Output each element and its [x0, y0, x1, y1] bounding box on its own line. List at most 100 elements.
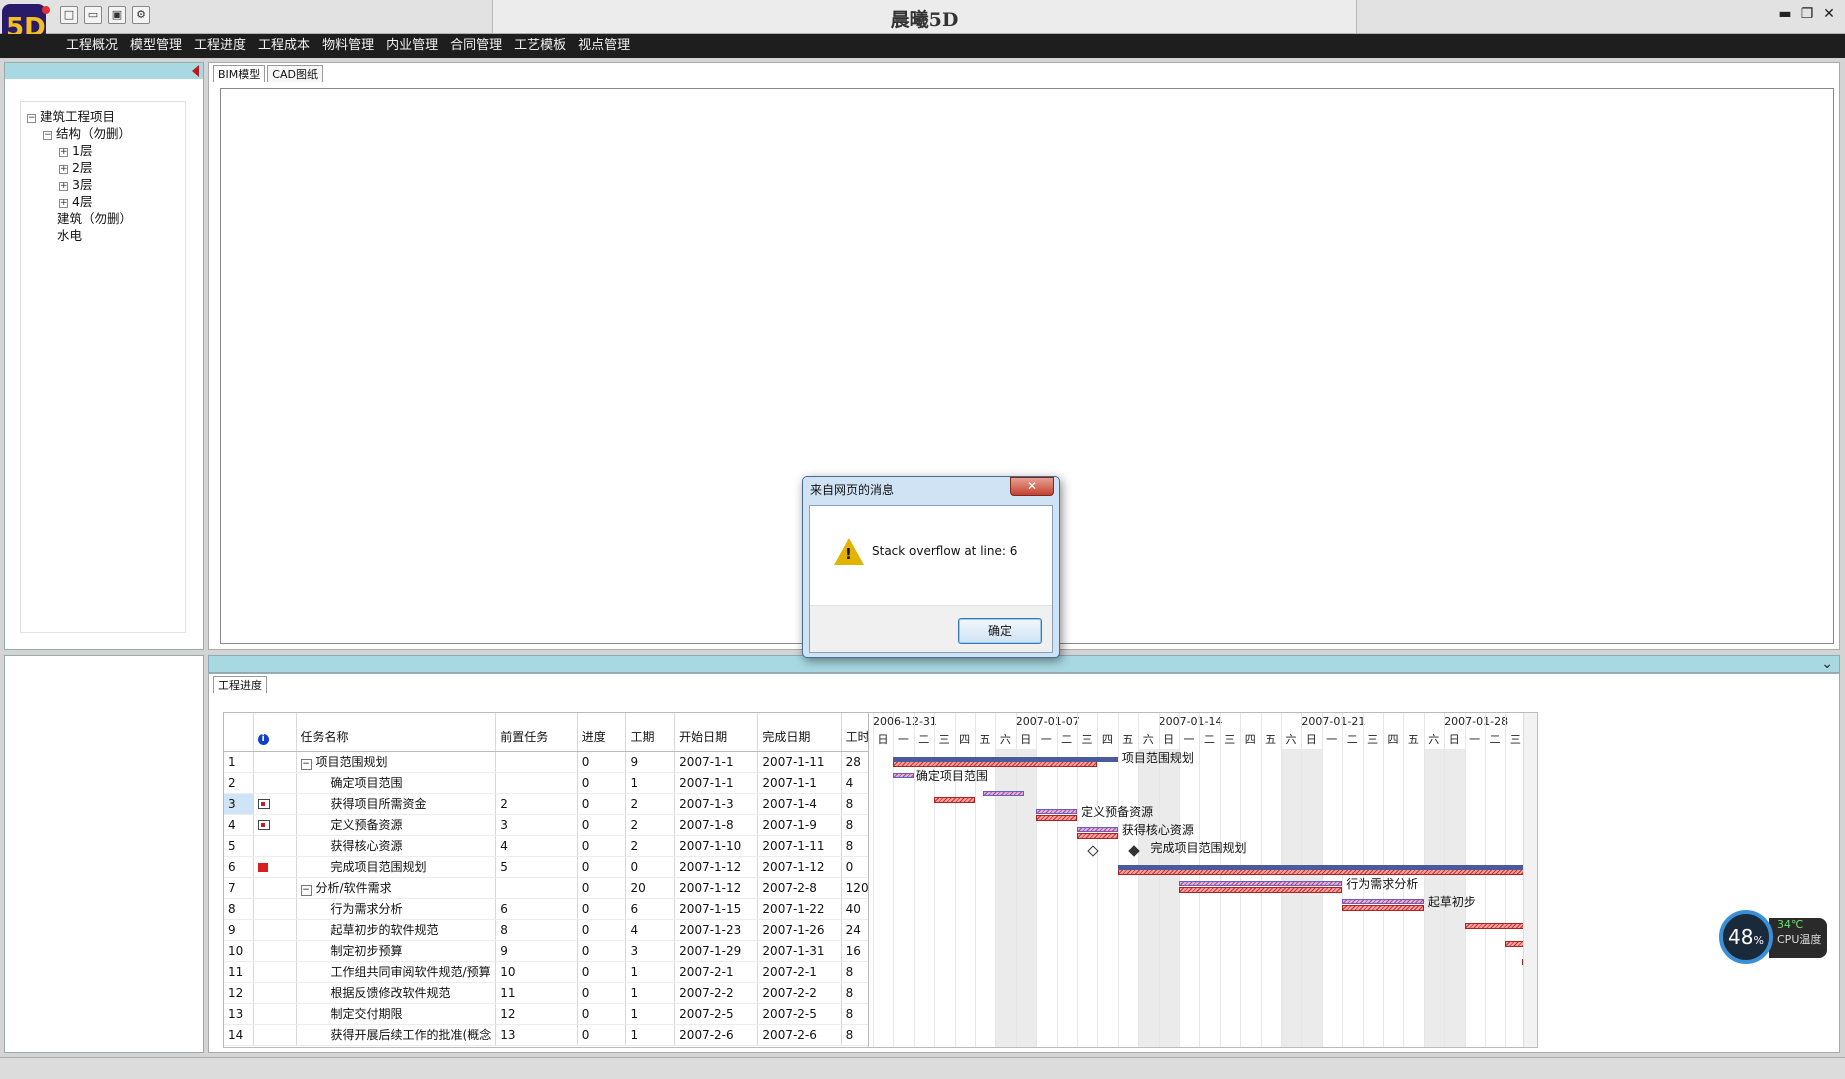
- end-date-cell[interactable]: 2007-2-2: [757, 982, 842, 1004]
- task-name-cell[interactable]: − 分析/软件需求: [296, 877, 497, 899]
- start-date-cell[interactable]: 2007-1-23: [674, 919, 759, 941]
- gantt-task-bar[interactable]: [1464, 923, 1526, 929]
- gantt-task-bar[interactable]: [1342, 905, 1424, 911]
- duration-cell[interactable]: 4: [625, 919, 676, 941]
- column-header-progress[interactable]: 进度: [577, 713, 627, 752]
- settings-icon[interactable]: ⚙: [132, 6, 150, 24]
- row-indicator[interactable]: [253, 772, 297, 794]
- collapse-left-icon[interactable]: [192, 65, 199, 77]
- row-indicator[interactable]: [253, 814, 297, 836]
- task-name-cell[interactable]: 确定项目范围: [296, 772, 497, 794]
- progress-cell[interactable]: 0: [577, 877, 627, 899]
- menu-item-progress[interactable]: 工程进度: [188, 34, 252, 58]
- duration-cell[interactable]: 2: [625, 793, 676, 815]
- start-date-cell[interactable]: 2007-1-1: [674, 751, 759, 773]
- menu-item-cost[interactable]: 工程成本: [252, 34, 316, 58]
- gantt-progress-bar[interactable]: [893, 773, 914, 778]
- chevron-down-icon[interactable]: ⌄: [1821, 656, 1833, 672]
- tab-bim-model[interactable]: BIM模型: [213, 65, 266, 82]
- end-date-cell[interactable]: 2007-2-5: [757, 1003, 842, 1025]
- duration-cell[interactable]: 1: [625, 1024, 676, 1046]
- predecessor-cell[interactable]: 9: [495, 940, 578, 962]
- close-icon[interactable]: ✕: [1821, 6, 1837, 22]
- collapse-icon[interactable]: −: [300, 759, 312, 770]
- row-indicator[interactable]: [253, 1003, 297, 1025]
- row-indicator[interactable]: [253, 856, 297, 878]
- predecessor-cell[interactable]: [495, 751, 578, 773]
- predecessor-cell[interactable]: 8: [495, 919, 578, 941]
- start-date-cell[interactable]: 2007-1-10: [674, 835, 759, 857]
- row-number[interactable]: 13: [224, 1003, 254, 1025]
- ok-button[interactable]: 确定: [958, 618, 1042, 644]
- end-date-cell[interactable]: 2007-2-6: [757, 1024, 842, 1046]
- end-date-cell[interactable]: 2007-1-31: [757, 940, 842, 962]
- duration-cell[interactable]: 1: [625, 1003, 676, 1025]
- task-name-cell[interactable]: 制定交付期限: [296, 1003, 497, 1025]
- gantt-chart[interactable]: 2006-12-31 2007-01-07 2007-01-14 2007-01-21…: [868, 712, 1538, 1048]
- minimize-icon[interactable]: ▬: [1777, 6, 1793, 22]
- gantt-task-bar[interactable]: [1036, 815, 1077, 821]
- menu-item-overview[interactable]: 工程概况: [60, 34, 124, 58]
- row-number[interactable]: 1: [224, 751, 254, 773]
- end-date-cell[interactable]: 2007-1-9: [757, 814, 842, 836]
- end-date-cell[interactable]: 2007-1-12: [757, 856, 842, 878]
- end-date-cell[interactable]: 2007-1-11: [757, 751, 842, 773]
- progress-cell[interactable]: 0: [577, 1024, 627, 1046]
- menu-item-contract[interactable]: 合同管理: [444, 34, 508, 58]
- menu-item-viewpoint[interactable]: 视点管理: [572, 34, 636, 58]
- duration-cell[interactable]: 9: [625, 751, 676, 773]
- column-header-end-date[interactable]: 完成日期: [757, 713, 842, 752]
- expand-icon[interactable]: +: [59, 182, 68, 191]
- start-date-cell[interactable]: 2007-2-5: [674, 1003, 759, 1025]
- row-indicator[interactable]: [253, 982, 297, 1004]
- dialog-close-button[interactable]: ✕: [1010, 477, 1054, 496]
- row-number[interactable]: 2: [224, 772, 254, 794]
- predecessor-cell[interactable]: 3: [495, 814, 578, 836]
- row-indicator[interactable]: [253, 940, 297, 962]
- start-date-cell[interactable]: 2007-1-8: [674, 814, 759, 836]
- progress-cell[interactable]: 0: [577, 919, 627, 941]
- tab-schedule[interactable]: 工程进度: [213, 676, 267, 693]
- progress-cell[interactable]: 0: [577, 940, 627, 962]
- row-indicator[interactable]: [253, 835, 297, 857]
- task-name-cell[interactable]: 行为需求分析: [296, 898, 497, 920]
- start-date-cell[interactable]: 2007-1-3: [674, 793, 759, 815]
- task-name-cell[interactable]: 制定初步预算: [296, 940, 497, 962]
- open-folder-icon[interactable]: ▭: [84, 6, 102, 24]
- row-indicator[interactable]: [253, 751, 297, 773]
- cpu-monitor-widget[interactable]: 34℃ CPU温度 48%: [1719, 910, 1829, 966]
- duration-cell[interactable]: 6: [625, 898, 676, 920]
- row-number[interactable]: 6: [224, 856, 254, 878]
- duration-cell[interactable]: 1: [625, 982, 676, 1004]
- restore-icon[interactable]: ❐: [1799, 6, 1815, 22]
- row-number[interactable]: 7: [224, 877, 254, 899]
- duration-cell[interactable]: 1: [625, 961, 676, 983]
- collapse-icon[interactable]: −: [300, 885, 312, 896]
- progress-cell[interactable]: 0: [577, 751, 627, 773]
- start-date-cell[interactable]: 2007-1-12: [674, 856, 759, 878]
- progress-cell[interactable]: 0: [577, 814, 627, 836]
- task-name-cell[interactable]: 起草初步的软件规范: [296, 919, 497, 941]
- end-date-cell[interactable]: 2007-1-26: [757, 919, 842, 941]
- row-number[interactable]: 4: [224, 814, 254, 836]
- task-name-cell[interactable]: 获得项目所需资金: [296, 793, 497, 815]
- tab-cad-drawing[interactable]: CAD图纸: [267, 65, 323, 82]
- row-number[interactable]: 14: [224, 1024, 254, 1046]
- task-name-cell[interactable]: 完成项目范围规划: [296, 856, 497, 878]
- end-date-cell[interactable]: 2007-1-11: [757, 835, 842, 857]
- progress-cell[interactable]: 0: [577, 898, 627, 920]
- column-header-start-date[interactable]: 开始日期: [674, 713, 759, 752]
- duration-cell[interactable]: 2: [625, 835, 676, 857]
- end-date-cell[interactable]: 2007-1-4: [757, 793, 842, 815]
- gantt-task-bar[interactable]: [934, 797, 975, 803]
- gantt-progress-bar[interactable]: [983, 791, 1024, 796]
- tree-node-mep[interactable]: 水电: [57, 225, 82, 244]
- predecessor-cell[interactable]: 13: [495, 1024, 578, 1046]
- task-name-cell[interactable]: 获得核心资源: [296, 835, 497, 857]
- expand-icon[interactable]: +: [59, 148, 68, 157]
- column-header-predecessor[interactable]: 前置任务: [495, 713, 578, 752]
- expand-icon[interactable]: +: [59, 165, 68, 174]
- gantt-scrollbar[interactable]: [1523, 713, 1537, 1047]
- duration-cell[interactable]: 20: [625, 877, 676, 899]
- progress-cell[interactable]: 0: [577, 772, 627, 794]
